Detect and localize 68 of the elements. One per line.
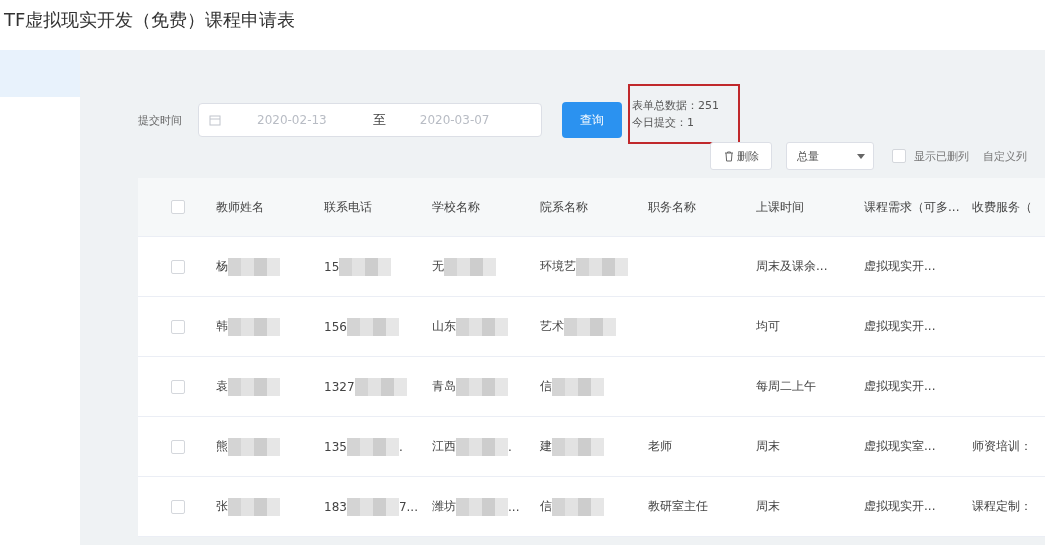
table-cell: 袁 bbox=[216, 378, 228, 395]
table-cell: . bbox=[398, 439, 403, 454]
table-cell: 信 bbox=[540, 378, 552, 395]
today-count: 今日提交：1 bbox=[632, 115, 695, 131]
trash-icon bbox=[723, 150, 734, 162]
table-cell: 建 bbox=[540, 438, 552, 455]
column-header: 收费服务（ bbox=[972, 198, 1032, 216]
table-cell: 均可 bbox=[756, 318, 780, 335]
filter-label: 提交时间 bbox=[138, 112, 183, 128]
table-cell: 无 bbox=[432, 258, 444, 275]
column-header: 课程需求（可多... bbox=[864, 198, 960, 216]
checkbox-label: 显示已删列 bbox=[914, 148, 969, 164]
caret-icon bbox=[857, 153, 865, 159]
table-cell: 杨 bbox=[216, 258, 228, 275]
column-header: 教师姓名 bbox=[216, 198, 264, 216]
checkbox[interactable] bbox=[892, 149, 906, 163]
checkbox[interactable] bbox=[171, 259, 185, 274]
checkbox[interactable] bbox=[171, 200, 185, 214]
total-count: 表单总数据：251 bbox=[632, 98, 720, 114]
table-cell: 虚拟现实开... bbox=[864, 378, 936, 395]
table-cell: 江西 bbox=[432, 438, 456, 455]
table-cell: 信 bbox=[540, 498, 552, 515]
table-cell: 老师 bbox=[648, 438, 672, 455]
date-range-field[interactable]: 2020-02-13 至 2020-03-07 bbox=[198, 103, 542, 137]
checkbox[interactable] bbox=[171, 439, 185, 454]
column-header: 联系电话 bbox=[324, 198, 372, 216]
table-cell: 1327 bbox=[324, 379, 355, 394]
column-header: 职务名称 bbox=[648, 198, 696, 216]
table-cell: 课程定制： bbox=[972, 498, 1032, 515]
table-cell: 环境艺 bbox=[540, 258, 576, 275]
table-cell: 青岛 bbox=[432, 378, 456, 395]
table-cell: 135 bbox=[324, 439, 347, 454]
table-cell: 周末 bbox=[756, 438, 780, 455]
total-select[interactable]: 总量 bbox=[786, 142, 874, 170]
table-cell: 教研室主任 bbox=[648, 498, 708, 515]
table-cell: 潍坊 bbox=[432, 498, 456, 515]
table-cell: 周末 bbox=[756, 498, 780, 515]
checkbox[interactable] bbox=[171, 319, 185, 334]
table-cell: 艺术 bbox=[540, 318, 564, 335]
table-cell: 韩 bbox=[216, 318, 228, 335]
start-date: 2020-02-13 bbox=[257, 113, 327, 127]
table-cell: 虚拟现实室... bbox=[864, 438, 936, 455]
page-title: TF虚拟现实开发（免费）课程申请表 bbox=[3, 8, 297, 32]
table-cell: 7... bbox=[398, 499, 418, 514]
table-cell: 15 bbox=[324, 259, 340, 274]
range-separator: 至 bbox=[372, 111, 386, 129]
column-header: 学校名称 bbox=[432, 198, 480, 216]
table-cell: 虚拟现实开... bbox=[864, 318, 936, 335]
table-cell: 每周二上午 bbox=[756, 378, 816, 395]
delete-button[interactable]: 删除 bbox=[710, 142, 772, 170]
table-cell: . bbox=[508, 439, 512, 454]
column-header: 院系名称 bbox=[540, 198, 588, 216]
table-cell: 虚拟现实开... bbox=[864, 498, 936, 515]
calendar-icon bbox=[209, 114, 221, 126]
checkbox[interactable] bbox=[171, 379, 185, 394]
table-cell: 山东 bbox=[432, 318, 456, 335]
table-cell: 熊 bbox=[216, 438, 228, 455]
table-cell: ... bbox=[508, 499, 520, 514]
custom-columns-link[interactable]: 自定义列 bbox=[983, 148, 1027, 164]
table-cell: 张 bbox=[216, 498, 228, 515]
column-header: 上课时间 bbox=[756, 198, 804, 216]
table-cell: 周末及课余... bbox=[756, 258, 828, 275]
table-cell: 虚拟现实开... bbox=[864, 258, 936, 275]
table-cell: 183 bbox=[324, 499, 347, 514]
checkbox[interactable] bbox=[171, 499, 185, 514]
table-cell: 156 bbox=[324, 319, 347, 334]
table-cell: 师资培训： bbox=[972, 438, 1032, 455]
end-date: 2020-03-07 bbox=[419, 113, 490, 127]
